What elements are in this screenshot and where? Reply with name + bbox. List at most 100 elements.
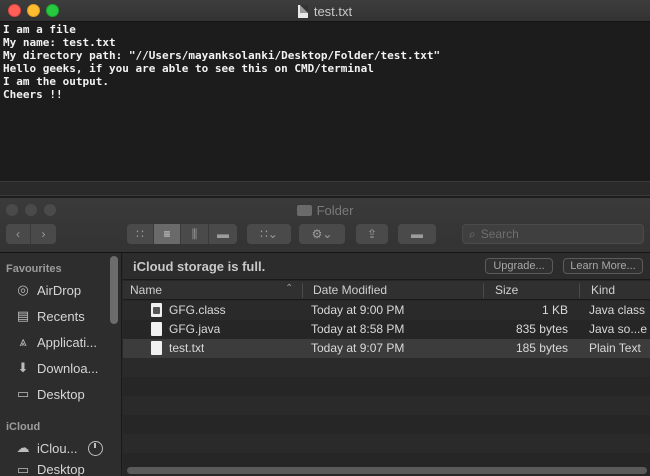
applications-icon: ⩓ (19, 334, 27, 349)
file-date: Today at 9:07 PM (311, 341, 405, 355)
search-field[interactable]: ⌕ (462, 224, 644, 244)
share-icon: ⇪ (366, 227, 378, 241)
sidebar-item-icloud-desktop[interactable]: ▭ Desktop (15, 463, 85, 476)
file-kind: Plain Text (589, 341, 641, 355)
column-separator[interactable] (483, 283, 484, 298)
file-row-gfg-class[interactable]: GFG.class Today at 9:00 PM 1 KB Java cla… (123, 301, 650, 320)
column-header-name[interactable]: Name (130, 283, 300, 298)
learn-more-button[interactable]: Learn More... (563, 258, 643, 274)
column-view-button[interactable]: ⫼ (181, 224, 209, 244)
tags-button-group: ▬ (398, 224, 436, 244)
share-button[interactable]: ⇪ (356, 224, 388, 244)
file-name: GFG.java (169, 322, 221, 336)
empty-row (123, 396, 650, 415)
back-button[interactable]: ‹ (6, 224, 31, 244)
columns-icon: ⫼ (191, 226, 198, 241)
column-header-row: Name ⌃ Date Modified Size Kind (123, 281, 650, 300)
desktop-icon: ▭ (16, 386, 30, 401)
grid-icon: ∷ (136, 227, 144, 241)
editor-text-area[interactable]: I am a file My name: test.txt My directory… (3, 23, 643, 183)
chevron-left-icon: ‹ (16, 227, 20, 241)
file-kind: Java so...e (589, 322, 648, 336)
column-header-size[interactable]: Size (495, 283, 575, 298)
text-editor-window: test.txt I am a file My name: test.txt My … (0, 0, 650, 196)
chevron-right-icon: › (41, 227, 46, 241)
file-kind: Java class (589, 303, 646, 317)
column-header-kind[interactable]: Kind (591, 283, 646, 298)
view-mode-group: ∷ ≡ ⫼ ▬ (127, 224, 237, 244)
file-size: 185 bytes (515, 341, 568, 355)
desktop-icon: ▭ (16, 463, 30, 476)
tag-icon: ▬ (411, 227, 423, 241)
empty-row (123, 377, 650, 396)
editor-line: I am a file (3, 23, 76, 36)
file-list-horizontal-scrollbar[interactable] (127, 467, 647, 474)
group-button[interactable]: ∷⌄ (247, 224, 291, 244)
file-date: Today at 9:00 PM (311, 303, 405, 317)
sidebar-section-favourites: Favourites (6, 263, 62, 275)
file-size: 835 bytes (515, 322, 568, 336)
editor-window-title: test.txt (0, 4, 650, 19)
empty-list-rows (123, 358, 650, 472)
group-icon: ∷⌄ (260, 227, 278, 241)
icon-view-button[interactable]: ∷ (127, 224, 154, 244)
group-by-dropdown[interactable]: ∷⌄ (247, 224, 291, 244)
search-icon: ⌕ (469, 226, 476, 241)
finder-window: Folder ‹ › ∷ ≡ ⫼ ▬ ∷⌄ ⚙⌄ ⇪ ▬ ⌕ Search Fa… (0, 198, 650, 476)
forward-button[interactable]: › (31, 224, 56, 244)
sidebar-scrollbar[interactable] (110, 256, 118, 324)
editor-title-bar: test.txt (0, 0, 650, 22)
java-file-icon (151, 322, 162, 336)
empty-row (123, 434, 650, 453)
column-header-date-modified[interactable]: Date Modified (313, 283, 478, 298)
text-file-icon (151, 341, 162, 355)
sidebar-section-icloud: iCloud (6, 421, 41, 433)
editor-line: My name: test.txt (3, 36, 116, 49)
downloads-icon: ⬇ (17, 360, 29, 375)
file-row-test-txt[interactable]: test.txt Today at 9:07 PM 185 bytes Plai… (123, 339, 650, 358)
document-icon (297, 5, 308, 18)
editor-line: My directory path: "//Users/mayanksolank… (3, 49, 441, 62)
column-separator[interactable] (579, 283, 580, 298)
sidebar-item-recents[interactable]: ▤ Recents (15, 305, 85, 327)
airdrop-icon: ◎ (17, 282, 29, 297)
editor-line: I am the output. (3, 75, 109, 88)
empty-row (123, 358, 650, 377)
folder-icon (296, 205, 312, 216)
file-row-gfg-java[interactable]: GFG.java Today at 8:58 PM 835 bytes Java… (123, 320, 650, 339)
finder-toolbar: Folder ‹ › ∷ ≡ ⫼ ▬ ∷⌄ ⚙⌄ ⇪ ▬ ⌕ (0, 198, 650, 253)
class-file-icon (151, 303, 162, 317)
edit-tags-button[interactable]: ▬ (398, 224, 436, 244)
file-rows: GFG.class Today at 9:00 PM 1 KB Java cla… (123, 301, 650, 472)
finder-window-title: Folder (0, 203, 650, 218)
search-input[interactable] (480, 227, 631, 241)
back-forward-group: ‹ › (6, 224, 56, 244)
sort-ascending-icon: ⌃ (285, 283, 294, 294)
sidebar-item-downloads[interactable]: ⬇ Downloa... (15, 357, 99, 379)
gear-icon: ⚙⌄ (311, 227, 333, 241)
editor-line: Cheers !! (3, 88, 63, 101)
file-name: GFG.class (169, 303, 226, 317)
icloud-drive-icon: ☁ (16, 440, 30, 455)
recents-icon: ▤ (16, 308, 30, 323)
list-view-button[interactable]: ≡ (154, 224, 181, 244)
storage-progress-icon (88, 441, 103, 456)
sidebar-item-airdrop[interactable]: ◎ AirDrop (15, 279, 81, 301)
editor-line: Hello geeks, if you are able to see this… (3, 62, 374, 75)
upgrade-button[interactable]: Upgrade... (485, 258, 553, 274)
share-button-group: ⇪ (356, 224, 388, 244)
finder-sidebar: Favourites ◎ AirDrop ▤ Recents ⩓ Applicati.… (0, 253, 122, 476)
sidebar-item-applications[interactable]: ⩓ Applicati... (15, 331, 97, 353)
action-dropdown[interactable]: ⚙⌄ (299, 224, 345, 244)
column-separator[interactable] (302, 283, 303, 298)
file-date: Today at 8:58 PM (311, 322, 405, 336)
gallery-icon: ▬ (217, 227, 229, 241)
editor-horizontal-scrollbar[interactable] (0, 181, 650, 195)
sidebar-item-icloud-drive[interactable]: ☁ iClou... (15, 437, 78, 459)
sidebar-item-desktop[interactable]: ▭ Desktop (15, 383, 85, 405)
file-name: test.txt (169, 341, 205, 355)
storage-warning-text: iCloud storage is full. (133, 259, 266, 274)
action-button[interactable]: ⚙⌄ (299, 224, 345, 244)
gallery-view-button[interactable]: ▬ (209, 224, 237, 244)
finder-file-list: iCloud storage is full. Upgrade... Learn… (123, 253, 650, 476)
